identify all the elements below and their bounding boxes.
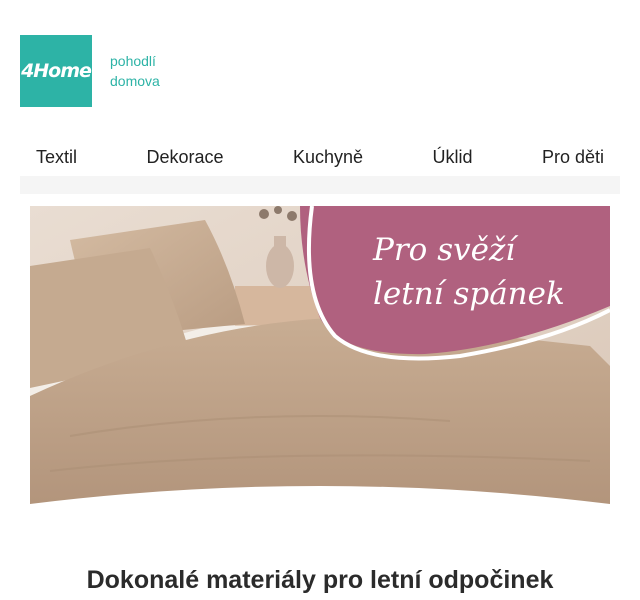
nav-item-textil[interactable]: Textil (20, 147, 93, 168)
nav-item-dekorace[interactable]: Dekorace (130, 147, 239, 168)
section-headline: Dokonalé materiály pro letní odpočinek (86, 566, 554, 594)
hero-headline: Pro svěží letní spánek (373, 228, 565, 316)
tagline-line-2: domova (110, 73, 160, 89)
site-header: 4Home pohodlí domova (20, 35, 160, 107)
hero-line-2: letní spánek (373, 276, 565, 312)
hero-banner[interactable]: Pro svěží letní spánek (30, 206, 610, 518)
brand-tagline: pohodlí domova (110, 51, 160, 91)
nav-item-pro-deti[interactable]: Pro děti (526, 147, 620, 168)
category-nav: Textil Dekorace Kuchyně Úklid Pro děti (20, 138, 620, 194)
brand-logo[interactable]: 4Home (20, 35, 92, 107)
hero-line-1: Pro svěží (373, 232, 516, 268)
nav-item-kuchyne[interactable]: Kuchyně (277, 147, 379, 168)
tagline-line-1: pohodlí (110, 53, 156, 69)
nav-item-uklid[interactable]: Úklid (416, 147, 488, 168)
